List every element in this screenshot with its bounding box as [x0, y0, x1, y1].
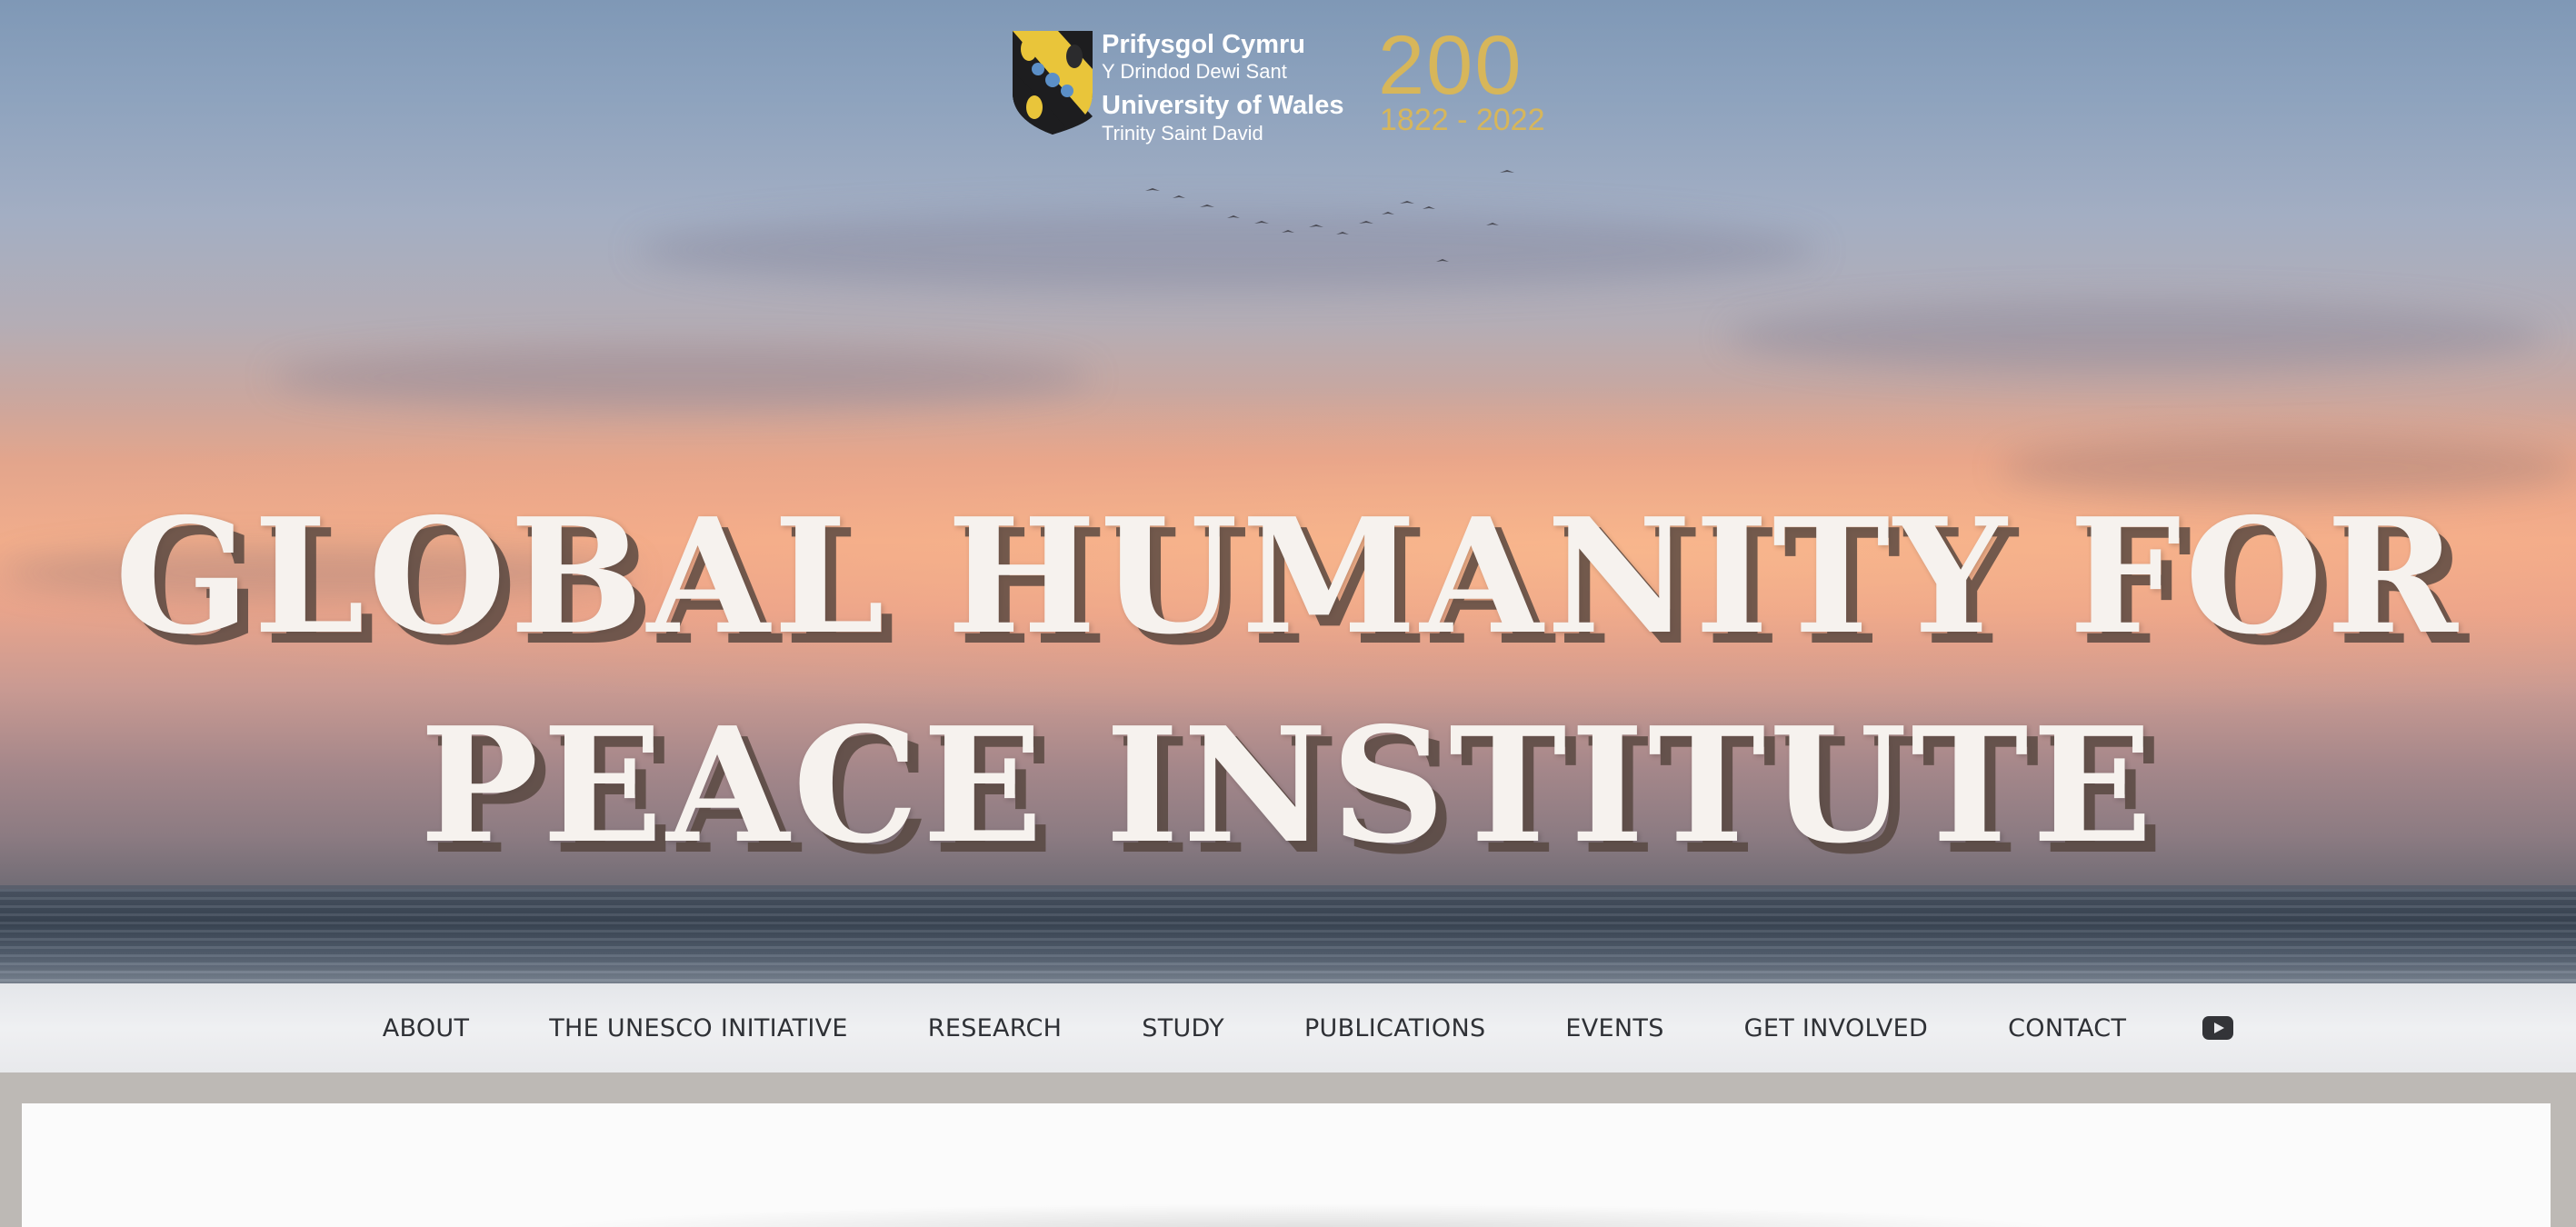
- title-line-2: PEACE INSTITUTE: [419, 693, 2157, 879]
- university-name: Prifysgol Cymru Y Drindod Dewi Sant Univ…: [1102, 29, 1374, 144]
- nav-item-events[interactable]: EVENTS: [1565, 1014, 1663, 1042]
- welsh-subname: Y Drindod Dewi Sant: [1102, 60, 1287, 83]
- welsh-name: Prifysgol Cymru: [1102, 30, 1305, 59]
- bicentenary-years: 1822 - 2022: [1380, 103, 1545, 137]
- birds-illustration: [1145, 170, 1514, 262]
- main-navigation: ABOUT THE UNESCO INITIATIVE RESEARCH STU…: [0, 983, 2576, 1072]
- cloud: [1727, 300, 2545, 373]
- nav-item-get-involved[interactable]: GET INVOLVED: [1744, 1014, 1928, 1042]
- hero-banner: Prifysgol Cymru Y Drindod Dewi Sant Univ…: [0, 0, 2576, 983]
- card-shadow: [531, 1203, 2076, 1227]
- youtube-icon[interactable]: [2202, 1016, 2234, 1040]
- site-title: GLOBAL HUMANITY FOR PEACE INSTITUTE: [0, 473, 2576, 891]
- bicentenary-mark: 200: [1378, 19, 1523, 112]
- nav-item-study[interactable]: STUDY: [1142, 1014, 1224, 1042]
- content-area: [22, 1103, 2551, 1227]
- crest-icon: [1013, 31, 1093, 135]
- bicentenary-logo: 200 1822 - 2022: [1378, 20, 1569, 138]
- nav-item-unesco-initiative[interactable]: THE UNESCO INITIATIVE: [549, 1014, 848, 1042]
- nav-item-contact[interactable]: CONTACT: [2008, 1014, 2126, 1042]
- nav-item-about[interactable]: ABOUT: [383, 1014, 470, 1042]
- nav-item-research[interactable]: RESEARCH: [928, 1014, 1062, 1042]
- cloud: [273, 345, 1091, 409]
- english-name: University of Wales: [1102, 91, 1344, 120]
- title-line-1: GLOBAL HUMANITY FOR: [115, 484, 2461, 670]
- sea: [0, 889, 2576, 983]
- nav-item-publications[interactable]: PUBLICATIONS: [1304, 1014, 1485, 1042]
- university-logo[interactable]: Prifysgol Cymru Y Drindod Dewi Sant Univ…: [1011, 20, 1556, 144]
- english-subname: Trinity Saint David: [1102, 122, 1263, 145]
